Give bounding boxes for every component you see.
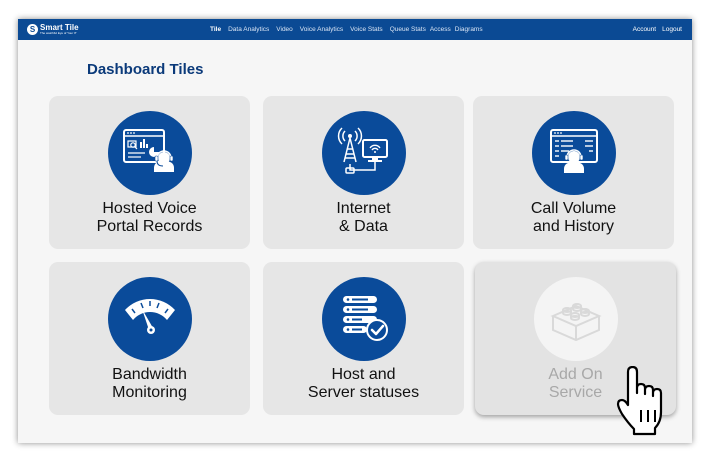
main-nav: Tile Data Analytics Video Voice Analytic…	[210, 26, 490, 33]
nav-voice-analytics[interactable]: Voice Analytics	[300, 26, 343, 33]
smart-tile-logo-icon: S	[27, 24, 38, 35]
tile-label-line2: & Data	[339, 218, 388, 235]
top-navbar: S Smart Tile The watchful Eye of Your IT…	[18, 19, 692, 40]
hand-pointer-cursor-icon	[616, 366, 663, 436]
app-window: S Smart Tile The watchful Eye of Your IT…	[18, 19, 692, 443]
voice-portal-icon	[123, 129, 174, 172]
server-check-icon	[343, 296, 388, 341]
brand-tagline: The watchful Eye of Your IT	[40, 31, 77, 35]
tile-internet-data[interactable]: Internet & Data	[263, 96, 464, 249]
tile-label-line1: Bandwidth	[112, 366, 187, 383]
lego-brick-icon	[550, 303, 602, 342]
nav-access[interactable]: Access	[430, 26, 451, 33]
tile-label-line1: Call Volume	[530, 200, 617, 217]
brand-logo[interactable]: S Smart Tile The watchful Eye of Your IT	[27, 24, 147, 35]
tile-label-line2: Server statuses	[307, 384, 420, 401]
antenna-computer-icon	[337, 127, 388, 174]
nav-queue-stats[interactable]: Queue Stats	[390, 26, 426, 33]
logout-link[interactable]: Logout	[662, 26, 682, 33]
call-history-icon	[550, 129, 598, 173]
tile-label-line1: Host and	[331, 366, 396, 383]
nav-diagrams[interactable]: Diagrams	[455, 26, 483, 33]
tile-label-line1: Hosted Voice	[102, 200, 197, 217]
account-link[interactable]: Account	[633, 26, 657, 33]
tile-label-line1: Internet	[336, 200, 391, 217]
nav-tile[interactable]: Tile	[210, 26, 221, 33]
tile-label-line2: Portal Records	[96, 218, 203, 235]
tile-bandwidth[interactable]: Bandwidth Monitoring	[49, 262, 250, 415]
speedometer-icon	[125, 299, 175, 334]
nav-voice-stats[interactable]: Voice Stats	[350, 26, 383, 33]
page-title: Dashboard Tiles	[87, 61, 204, 78]
tile-host-server[interactable]: Host and Server statuses	[263, 262, 464, 415]
tile-label-line2: and History	[533, 218, 614, 235]
tile-call-volume[interactable]: Call Volume and History	[473, 96, 674, 249]
nav-data-analytics[interactable]: Data Analytics	[228, 26, 269, 33]
tile-hosted-voice[interactable]: Hosted Voice Portal Records	[49, 96, 250, 249]
nav-video[interactable]: Video	[276, 26, 293, 33]
tile-label-line2: Monitoring	[112, 384, 187, 401]
